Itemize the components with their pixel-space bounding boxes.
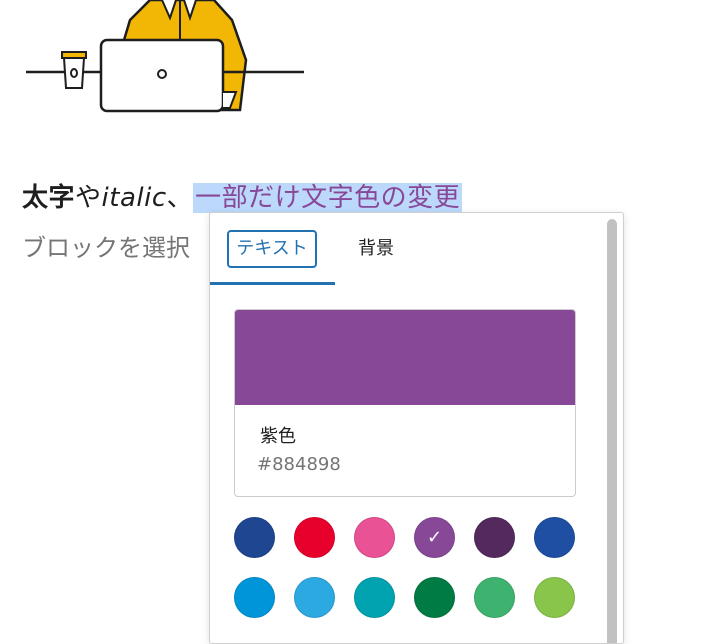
laptop-illustration bbox=[99, 38, 238, 113]
selected-color-swatch bbox=[235, 310, 575, 405]
plain-text: や bbox=[75, 183, 102, 213]
tab-background[interactable]: 背景 bbox=[350, 230, 402, 268]
selected-colored-text[interactable]: 一部だけ文字色の変更 bbox=[193, 183, 463, 213]
selected-color-hex: #884898 bbox=[257, 454, 341, 475]
color-swatch[interactable] bbox=[534, 577, 575, 618]
color-swatch[interactable] bbox=[474, 517, 515, 558]
color-swatch[interactable] bbox=[234, 517, 275, 558]
color-swatch[interactable] bbox=[414, 577, 455, 618]
check-icon: ✓ bbox=[426, 526, 443, 548]
color-swatch[interactable] bbox=[294, 517, 335, 558]
color-swatch[interactable] bbox=[534, 517, 575, 558]
color-swatch[interactable] bbox=[354, 577, 395, 618]
header-illustration bbox=[26, 0, 304, 113]
color-swatch[interactable]: ✓ bbox=[414, 517, 455, 558]
selected-color-card[interactable]: 紫色 #884898 bbox=[234, 309, 576, 497]
plain-text: 、 bbox=[166, 183, 194, 213]
color-swatch[interactable] bbox=[354, 517, 395, 558]
color-swatch[interactable] bbox=[294, 577, 335, 618]
block-placeholder[interactable]: ブロックを選択 bbox=[22, 228, 190, 268]
selected-color-name: 紫色 bbox=[260, 426, 296, 447]
color-swatch[interactable] bbox=[234, 577, 275, 618]
tab-text[interactable]: テキスト bbox=[227, 230, 317, 268]
color-swatch[interactable] bbox=[474, 577, 515, 618]
italic-text: italic bbox=[101, 183, 167, 213]
coffee-cup-illustration bbox=[61, 51, 87, 89]
color-tabs: テキスト 背景 bbox=[210, 213, 605, 285]
popover-scrollbar[interactable] bbox=[607, 219, 617, 643]
bold-text: 太字 bbox=[22, 183, 76, 213]
active-tab-indicator bbox=[210, 282, 335, 285]
text-color-popover: テキスト 背景 紫色 #884898 ✓ bbox=[209, 212, 624, 644]
